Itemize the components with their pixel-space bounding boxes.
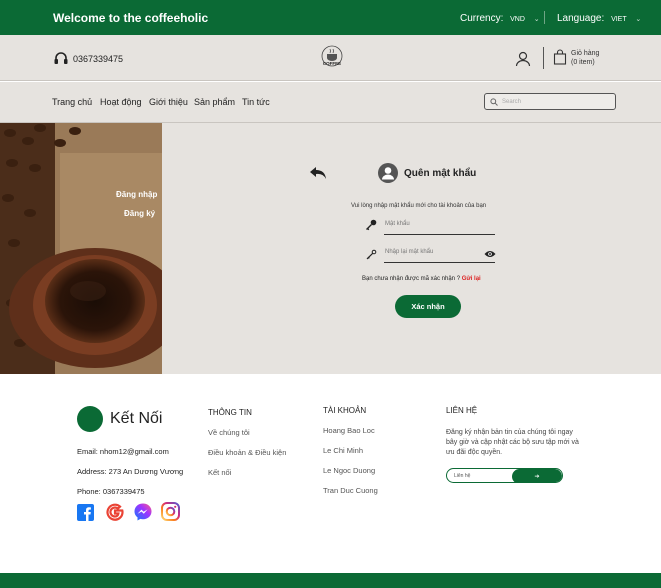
brand-name: Kết Nối [110,410,163,427]
footer-link-terms[interactable]: Điều khoản & Điều kiện [208,448,286,457]
main-section: Đăng nhập Đăng ký Quên mật khẩu Vui lòng… [0,123,661,374]
account-column-title: TÀI KHOẢN [323,406,367,415]
form-title: Quên mật khẩu [378,163,476,183]
cart-count: (0 item) [571,59,595,66]
facebook-icon[interactable] [77,502,97,522]
nav-item-products[interactable]: Sản phẩm [194,97,235,107]
newsletter-description: Đăng ký nhận bản tin của chúng tôi ngay … [446,429,579,456]
cart-label: Giỏ hàng [571,50,600,57]
phone-number: 0367339475 [73,54,124,64]
topbar-divider [544,11,545,24]
form-description: Vui lòng nhập mật khẩu mới cho tài khoản… [351,203,487,209]
currency-value: VND [510,16,525,23]
main-nav: Trang chủ Hoạt động Giới thiệu Sản phẩm … [0,82,661,123]
form-title-text: Quên mật khẩu [404,167,477,179]
info-column-title: THÔNG TIN [208,408,252,417]
resend-code-text: Bạn chưa nhận được mã xác nhận ? Gửi lại [362,276,481,282]
newsletter-input[interactable]: Liên hệ [454,473,470,479]
newsletter-form[interactable]: Liên hệ ➔ [446,468,563,483]
footer-email: Email: nhom12@gmail.com [77,447,169,456]
language-selector[interactable]: Language: VIET ⌄ [557,13,641,24]
login-link[interactable]: Đăng nhập [116,190,157,199]
footer-address: Address: 273 An Dương Vương [77,467,184,476]
search-icon [490,97,498,106]
newsletter-submit-button[interactable]: ➔ [512,469,562,482]
messenger-icon[interactable] [133,502,153,522]
bottom-bar [0,573,661,588]
search-input[interactable]: Search [484,93,616,110]
key-icon [366,249,377,260]
currency-selector[interactable]: Currency: VND ⌄ [460,13,540,24]
social-links [77,502,189,522]
nav-item-home[interactable]: Trang chủ [52,97,92,107]
confirm-password-field[interactable]: Nhập lại mật khẩu [365,247,496,263]
user-avatar-icon [378,163,398,183]
welcome-text: Welcome to the coffeeholic [53,11,209,25]
search-placeholder: Search [502,98,522,105]
back-arrow-icon[interactable] [308,165,328,181]
eye-icon[interactable] [484,250,496,258]
header: 0367339475 COFFEE Giỏ hàng (0 item) [0,35,661,81]
chevron-down-icon: ⌄ [635,16,642,23]
instagram-icon[interactable] [161,502,181,522]
top-bar: Welcome to the coffeeholic Currency: VND… [0,0,661,35]
footer-link-connect[interactable]: Kết nối [208,468,231,477]
header-divider [543,47,544,69]
headset-icon [54,52,68,64]
contact-column-title: LIÊN HỆ [446,406,478,415]
nav-item-about[interactable]: Giới thiệu [149,97,188,107]
language-label: Language: [557,13,605,24]
site-logo[interactable]: COFFEE [317,45,347,71]
register-link[interactable]: Đăng ký [124,209,155,218]
language-value: VIET [611,16,627,23]
brand-logo-icon [77,406,103,432]
cart-button[interactable]: Giỏ hàng (0 item) [553,49,599,67]
footer-member[interactable]: Hoang Bao Loc [323,426,375,435]
phone-contact[interactable]: 0367339475 [53,51,123,67]
confirm-password-placeholder: Nhập lại mật khẩu [385,249,434,255]
resend-question: Bạn chưa nhận được mã xác nhận ? [362,276,461,282]
logo-text: COFFEE [323,61,341,66]
footer-member[interactable]: Le Ngoc Duong [323,466,375,475]
shopping-bag-icon [553,49,567,65]
coffee-cup-image [0,123,162,374]
footer-link-about[interactable]: Về chúng tôi [208,428,250,437]
chevron-down-icon: ⌄ [533,16,540,23]
nav-item-news[interactable]: Tin tức [242,97,270,107]
password-placeholder: Mật khẩu [385,221,410,227]
currency-label: Currency: [460,13,504,24]
google-icon[interactable] [105,502,125,522]
footer-member[interactable]: Le Chi Minh [323,446,363,455]
resend-link[interactable]: Gửi lại [462,276,481,282]
footer-member[interactable]: Tran Duc Cuong [323,486,378,495]
footer-phone: Phone: 0367339475 [77,487,145,496]
user-icon[interactable] [515,51,531,67]
confirm-button[interactable]: Xác nhận [395,295,461,318]
nav-item-activities[interactable]: Hoạt động [100,97,142,107]
hero-image: Đăng nhập Đăng ký [0,123,162,374]
key-icon [366,219,377,231]
password-field[interactable]: Mật khẩu [365,219,496,235]
footer-brand: Kết Nối [77,406,162,432]
footer: Kết Nối Email: nhom12@gmail.com Address:… [0,374,661,588]
